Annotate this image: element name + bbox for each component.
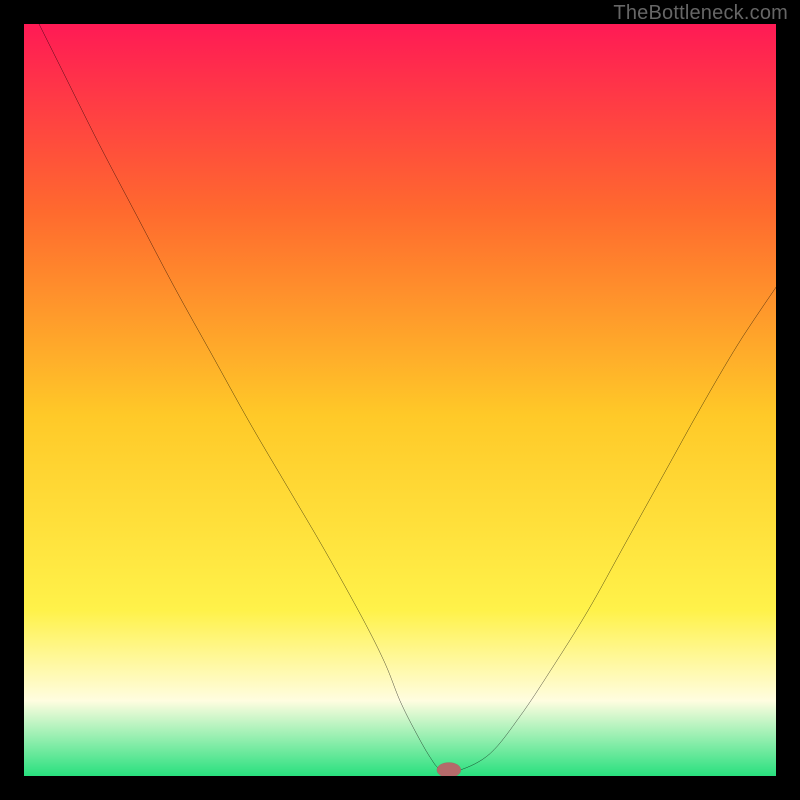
watermark-text: TheBottleneck.com	[613, 2, 788, 25]
plot-overlay	[24, 24, 776, 776]
min-marker	[437, 762, 461, 776]
plot-area	[24, 24, 776, 776]
bottleneck-curve	[39, 24, 776, 772]
chart-frame: TheBottleneck.com	[0, 0, 800, 800]
